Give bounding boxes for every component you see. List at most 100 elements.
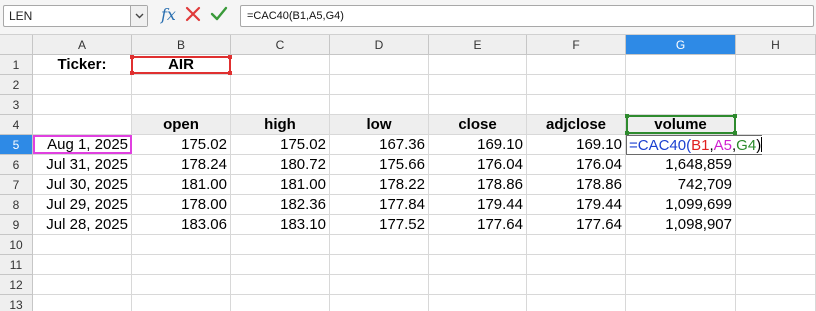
cell-a13[interactable]: [33, 295, 132, 311]
cell-h13[interactable]: [736, 295, 816, 311]
cell-c6[interactable]: 180.72: [231, 155, 330, 175]
cell-c12[interactable]: [231, 275, 330, 295]
cell-c5[interactable]: 175.02: [231, 135, 330, 155]
cancel-icon[interactable]: [185, 6, 201, 22]
cell-d13[interactable]: [330, 295, 429, 311]
name-box-dropdown-button[interactable]: [130, 6, 147, 26]
cell-a7[interactable]: Jul 30, 2025: [33, 175, 132, 195]
column-header-h[interactable]: H: [736, 35, 816, 55]
cell-e11[interactable]: [429, 255, 527, 275]
row-header-8[interactable]: 8: [0, 195, 33, 215]
cell-g10[interactable]: [626, 235, 736, 255]
cell-e2[interactable]: [429, 75, 527, 95]
cell-g7[interactable]: 742,709: [626, 175, 736, 195]
cell-h4[interactable]: [736, 115, 816, 135]
cell-a11[interactable]: [33, 255, 132, 275]
cell-c7[interactable]: 181.00: [231, 175, 330, 195]
row-header-1[interactable]: 1: [0, 55, 33, 75]
cell-h12[interactable]: [736, 275, 816, 295]
cell-c11[interactable]: [231, 255, 330, 275]
cell-d11[interactable]: [330, 255, 429, 275]
cell-g4[interactable]: volume: [626, 115, 736, 135]
cell-d8[interactable]: 177.84: [330, 195, 429, 215]
cell-b3[interactable]: [132, 95, 231, 115]
row-header-4[interactable]: 4: [0, 115, 33, 135]
row-header-11[interactable]: 11: [0, 255, 33, 275]
function-wizard-icon[interactable]: fx: [161, 5, 176, 24]
cell-e9[interactable]: 177.64: [429, 215, 527, 235]
cell-a5[interactable]: Aug 1, 2025: [33, 135, 132, 155]
row-header-12[interactable]: 12: [0, 275, 33, 295]
cell-c4[interactable]: high: [231, 115, 330, 135]
cell-h3[interactable]: [736, 95, 816, 115]
column-header-f[interactable]: F: [527, 35, 626, 55]
cell-g12[interactable]: [626, 275, 736, 295]
row-header-5[interactable]: 5: [0, 135, 33, 155]
cell-c13[interactable]: [231, 295, 330, 311]
cell-g9[interactable]: 1,098,907: [626, 215, 736, 235]
row-header-7[interactable]: 7: [0, 175, 33, 195]
cell-f13[interactable]: [527, 295, 626, 311]
cell-g1[interactable]: [626, 55, 736, 75]
row-header-10[interactable]: 10: [0, 235, 33, 255]
cell-a1[interactable]: Ticker:: [33, 55, 132, 75]
cell-f3[interactable]: [527, 95, 626, 115]
cell-b4[interactable]: open: [132, 115, 231, 135]
cell-e12[interactable]: [429, 275, 527, 295]
cell-h2[interactable]: [736, 75, 816, 95]
cell-e6[interactable]: 176.04: [429, 155, 527, 175]
cell-d12[interactable]: [330, 275, 429, 295]
cell-h10[interactable]: [736, 235, 816, 255]
column-header-e[interactable]: E: [429, 35, 527, 55]
cell-f5[interactable]: 169.10: [527, 135, 626, 155]
cell-e13[interactable]: [429, 295, 527, 311]
column-header-c[interactable]: C: [231, 35, 330, 55]
cell-f12[interactable]: [527, 275, 626, 295]
cell-c9[interactable]: 183.10: [231, 215, 330, 235]
cell-a6[interactable]: Jul 31, 2025: [33, 155, 132, 175]
cell-b1[interactable]: AIR: [132, 55, 231, 75]
cell-c1[interactable]: [231, 55, 330, 75]
cell-d7[interactable]: 178.22: [330, 175, 429, 195]
cell-e8[interactable]: 179.44: [429, 195, 527, 215]
cell-d2[interactable]: [330, 75, 429, 95]
cell-b8[interactable]: 178.00: [132, 195, 231, 215]
cell-a4[interactable]: [33, 115, 132, 135]
row-header-6[interactable]: 6: [0, 155, 33, 175]
cell-d10[interactable]: [330, 235, 429, 255]
cell-f8[interactable]: 179.44: [527, 195, 626, 215]
cell-editor-g5[interactable]: =CAC40(B1,A5,G4): [626, 135, 763, 155]
cell-e7[interactable]: 178.86: [429, 175, 527, 195]
cell-f2[interactable]: [527, 75, 626, 95]
cell-e1[interactable]: [429, 55, 527, 75]
cell-a10[interactable]: [33, 235, 132, 255]
select-all-corner[interactable]: [0, 35, 33, 55]
cell-h6[interactable]: [736, 155, 816, 175]
cell-f9[interactable]: 177.64: [527, 215, 626, 235]
cell-d9[interactable]: 177.52: [330, 215, 429, 235]
cell-g6[interactable]: 1,648,859: [626, 155, 736, 175]
row-header-2[interactable]: 2: [0, 75, 33, 95]
cell-h9[interactable]: [736, 215, 816, 235]
cell-f11[interactable]: [527, 255, 626, 275]
cell-a12[interactable]: [33, 275, 132, 295]
cell-c10[interactable]: [231, 235, 330, 255]
column-header-b[interactable]: B: [132, 35, 231, 55]
cell-a9[interactable]: Jul 28, 2025: [33, 215, 132, 235]
cell-b10[interactable]: [132, 235, 231, 255]
formula-input[interactable]: =CAC40(B1,A5,G4): [240, 5, 814, 27]
cell-h8[interactable]: [736, 195, 816, 215]
cell-c3[interactable]: [231, 95, 330, 115]
cell-f7[interactable]: 178.86: [527, 175, 626, 195]
cell-a3[interactable]: [33, 95, 132, 115]
column-header-g[interactable]: G: [626, 35, 736, 55]
cell-b9[interactable]: 183.06: [132, 215, 231, 235]
cell-b11[interactable]: [132, 255, 231, 275]
cell-h11[interactable]: [736, 255, 816, 275]
cell-h7[interactable]: [736, 175, 816, 195]
cell-c2[interactable]: [231, 75, 330, 95]
cell-g11[interactable]: [626, 255, 736, 275]
cell-f10[interactable]: [527, 235, 626, 255]
cell-e10[interactable]: [429, 235, 527, 255]
cell-f4[interactable]: adjclose: [527, 115, 626, 135]
